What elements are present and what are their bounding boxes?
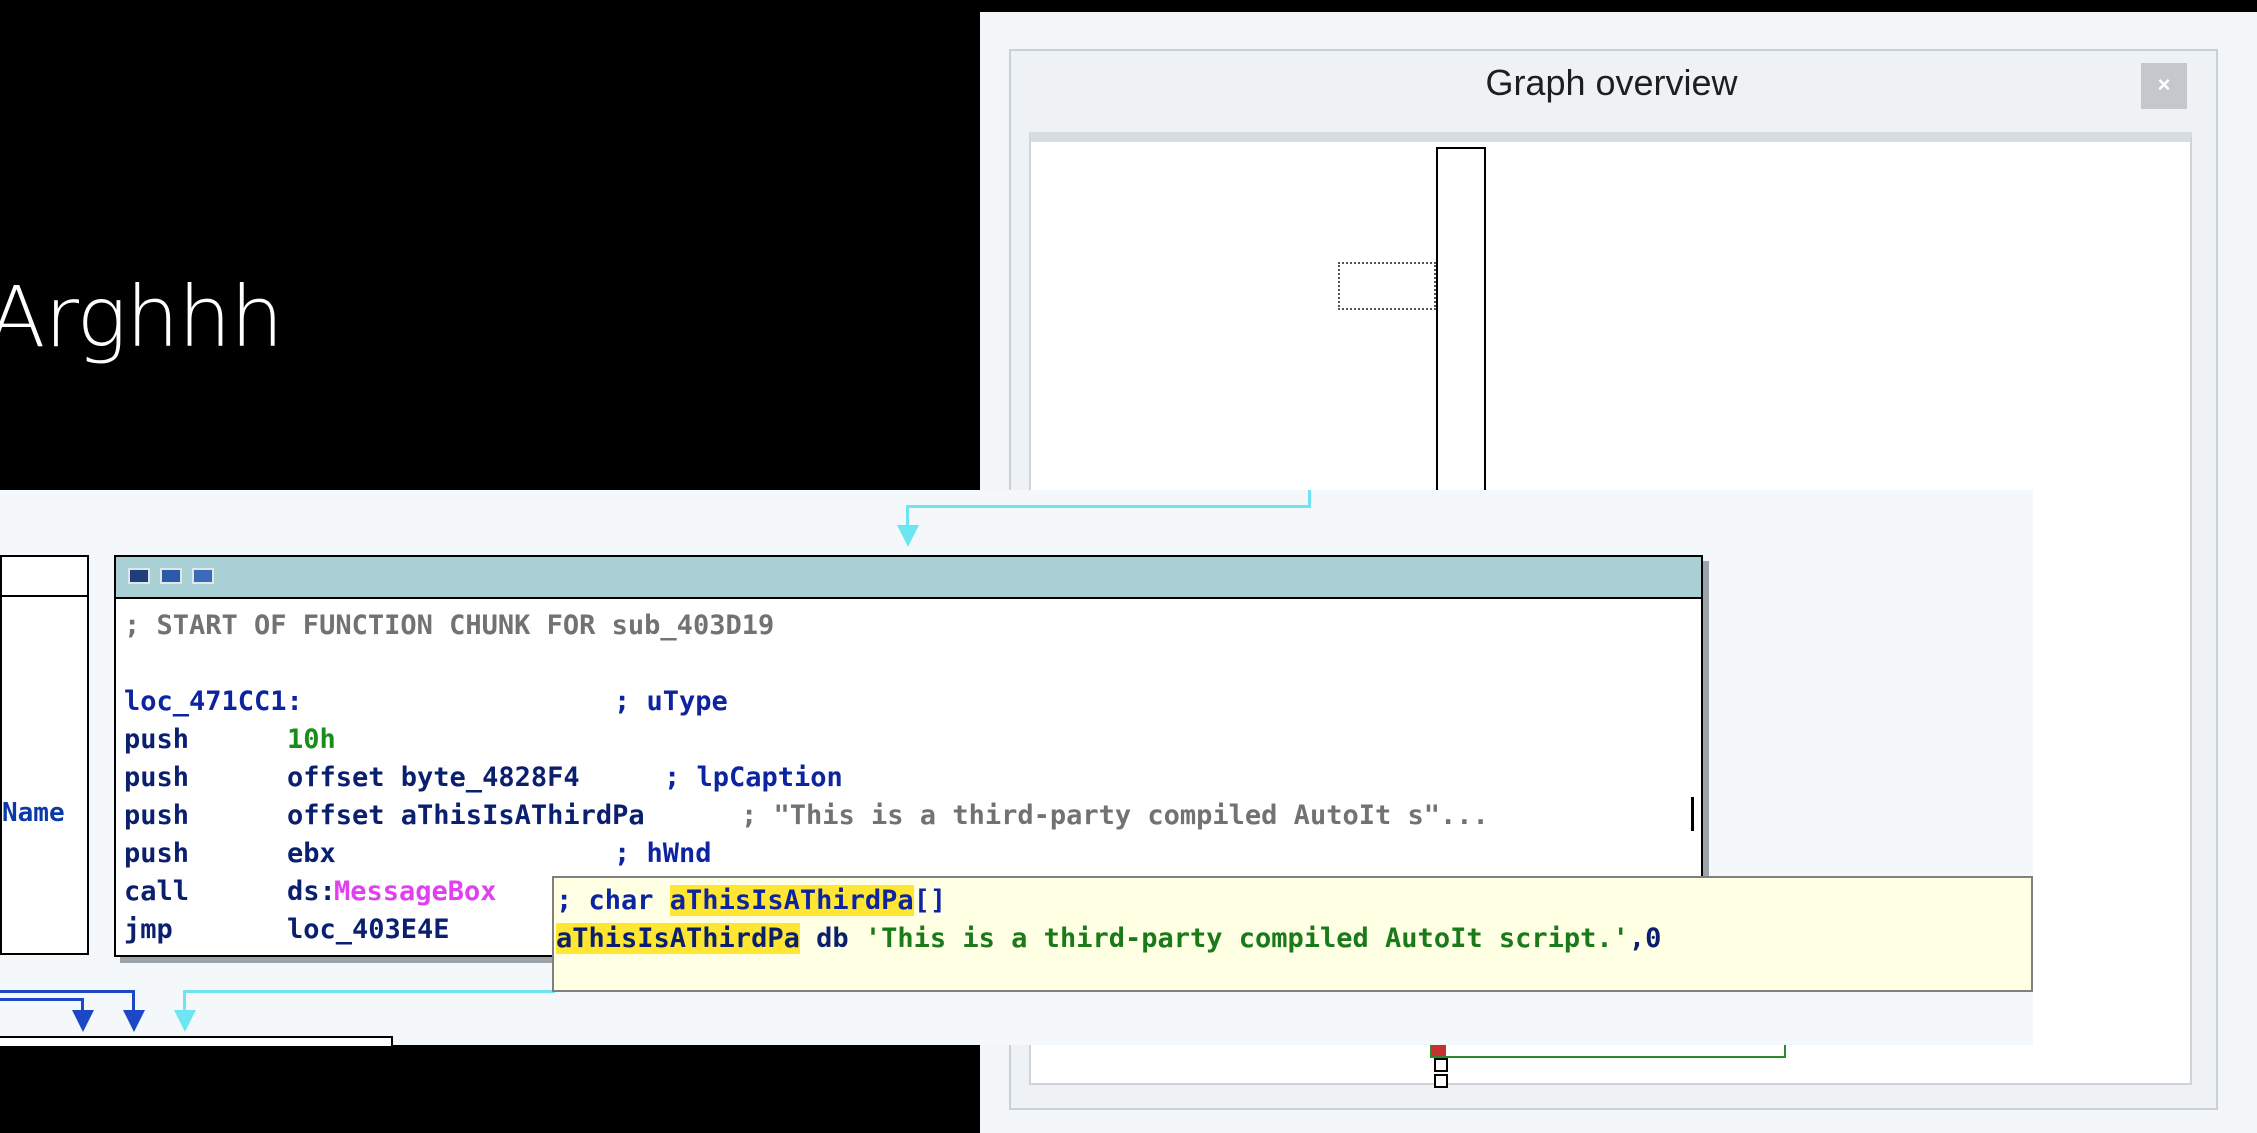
operand: ds: <box>287 876 336 907</box>
left-node-text: Name <box>2 798 65 828</box>
operand: ebx <box>287 838 336 869</box>
operand-comment: ; hWnd <box>614 838 712 869</box>
mnemonic: push <box>124 762 190 793</box>
overview-node-small <box>1434 1074 1448 1088</box>
left-graph-node[interactable] <box>0 555 89 955</box>
graph-icon[interactable] <box>160 568 182 584</box>
close-icon[interactable]: × <box>2141 63 2187 109</box>
tooltip-string: 'This is a third-party compiled AutoIt s… <box>864 923 1629 954</box>
graph-edge <box>183 990 555 993</box>
mnemonic: push <box>124 724 190 755</box>
graph-node-header <box>116 557 1701 599</box>
overview-node <box>1436 147 1486 497</box>
graph-edge <box>906 505 1311 508</box>
tooltip-tail: ,0 <box>1628 923 1662 954</box>
graph-overview-title: Graph overview <box>1485 62 1738 103</box>
graph-edge <box>906 505 909 527</box>
api-name[interactable]: MessageBox <box>334 873 497 911</box>
function-chunk-comment: ; START OF FUNCTION CHUNK FOR sub_403D19 <box>124 610 775 641</box>
operand-comment: ; "This is a third-party compiled AutoIt… <box>741 800 1489 831</box>
slide-title: Arghhh <box>0 268 284 366</box>
overview-viewport-rect[interactable] <box>1338 262 1436 310</box>
mnemonic: push <box>124 800 190 831</box>
tooltip-line-1: ; char aThisIsAThirdPa[] <box>556 882 946 920</box>
mnemonic: jmp <box>124 914 173 945</box>
left-graph-node-header <box>0 555 89 597</box>
overview-node-small <box>1434 1058 1448 1072</box>
operand[interactable]: offset byte_4828F4 <box>287 759 580 797</box>
arrow-down-icon <box>123 1010 145 1032</box>
mnemonic: push <box>124 838 190 869</box>
operand-comment: ; lpCaption <box>664 762 843 793</box>
graph-edge <box>132 990 135 1010</box>
graph-edge <box>183 990 186 1010</box>
text-cursor <box>1691 797 1694 831</box>
arrow-down-icon <box>72 1010 94 1032</box>
graph-edge <box>81 998 84 1010</box>
graph-edge <box>0 998 84 1001</box>
color-icon[interactable] <box>128 568 150 584</box>
arrow-down-icon <box>897 525 919 547</box>
code-label[interactable]: loc_471CC1: <box>124 683 303 721</box>
tooltip-line-2: aThisIsAThirdPa db 'This is a third-part… <box>556 920 1661 958</box>
tooltip-symbol: aThisIsAThirdPa <box>556 923 800 954</box>
lower-graph-node[interactable] <box>0 1036 393 1046</box>
text-icon[interactable] <box>192 568 214 584</box>
graph-edge <box>1308 490 1311 506</box>
arrow-down-icon <box>174 1010 196 1032</box>
tooltip-type: ; char <box>556 885 670 916</box>
mnemonic: call <box>124 876 190 907</box>
operand: 10h <box>287 724 336 755</box>
label-comment: ; uType <box>614 686 728 717</box>
operand[interactable]: loc_403E4E <box>287 911 450 949</box>
operand[interactable]: offset aThisIsAThirdPa <box>287 797 645 835</box>
tooltip-suffix: [] <box>913 885 947 916</box>
graph-edge <box>0 990 135 993</box>
tooltip-directive: db <box>799 923 865 954</box>
tooltip-symbol: aThisIsAThirdPa <box>669 885 914 916</box>
